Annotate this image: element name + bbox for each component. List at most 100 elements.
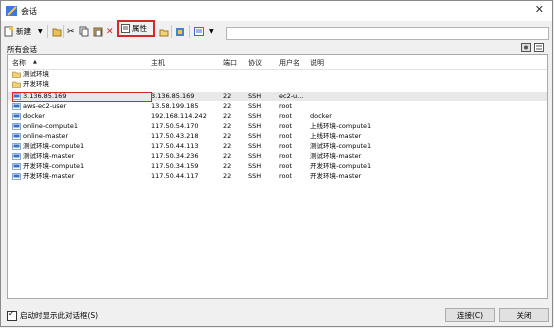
session-row[interactable]: docker 192.168.114.242 22 SSH root docke… bbox=[8, 112, 547, 121]
session-description: 开发环境-compute1 bbox=[310, 162, 372, 170]
folder-icon bbox=[12, 81, 21, 88]
session-port: 22 bbox=[223, 122, 232, 130]
copy-icon bbox=[79, 26, 89, 37]
session-host: 117.50.34.236 bbox=[151, 152, 199, 160]
session-description: 上线环境-master bbox=[310, 132, 362, 140]
session-user: root bbox=[279, 112, 293, 120]
session-protocol: SSH bbox=[248, 122, 262, 130]
session-user: root bbox=[279, 102, 293, 110]
session-port: 22 bbox=[223, 102, 232, 110]
folder-icon bbox=[159, 29, 169, 36]
session-port: 22 bbox=[223, 112, 232, 120]
session-port: 22 bbox=[223, 172, 232, 180]
session-icon bbox=[12, 123, 21, 130]
paste-icon bbox=[93, 27, 103, 37]
session-protocol: SSH bbox=[248, 102, 262, 110]
session-icon bbox=[12, 163, 21, 170]
session-host: 3.136.85.169 bbox=[151, 92, 195, 100]
sort-ascending-icon: ▲ bbox=[33, 59, 37, 65]
startup-checkbox-label: 启动时显示此对话框(S) bbox=[20, 311, 99, 320]
session-user: ec2-u... bbox=[279, 92, 304, 100]
paste-button[interactable] bbox=[93, 24, 103, 39]
session-port: 22 bbox=[223, 162, 232, 170]
session-user: root bbox=[279, 162, 293, 170]
folder-up-icon bbox=[52, 28, 62, 37]
session-row[interactable]: 测试环境-master 117.50.34.236 22 SSH root 测试… bbox=[8, 152, 547, 161]
session-protocol: SSH bbox=[248, 132, 262, 140]
new-label: 新建 bbox=[16, 27, 31, 36]
cut-button[interactable]: ✂ bbox=[67, 24, 75, 39]
session-host: 192.168.114.242 bbox=[151, 112, 207, 120]
session-row[interactable]: online-master 117.50.43.218 22 SSH root … bbox=[8, 132, 547, 141]
properties-button[interactable]: 属性 bbox=[117, 20, 155, 37]
column-name[interactable]: 名称 bbox=[12, 58, 26, 68]
session-protocol: SSH bbox=[248, 172, 262, 180]
session-icon bbox=[12, 153, 21, 160]
column-user[interactable]: 用户名 bbox=[279, 58, 300, 68]
session-user: root bbox=[279, 152, 293, 160]
connect-button[interactable]: 连接(C) bbox=[445, 308, 495, 322]
tree-view-icon[interactable] bbox=[534, 43, 544, 52]
search-input[interactable] bbox=[226, 27, 549, 40]
session-row[interactable]: 开发环境-compute1 117.50.34.159 22 SSH root … bbox=[8, 162, 547, 171]
startup-checkbox[interactable] bbox=[7, 309, 17, 321]
app-icon bbox=[6, 6, 17, 16]
session-icon bbox=[12, 143, 21, 150]
folder-row[interactable]: 开发环境 bbox=[8, 80, 547, 89]
close-button[interactable]: 关闭 bbox=[499, 308, 549, 322]
column-port[interactable]: 端口 bbox=[223, 58, 237, 68]
session-icon bbox=[12, 103, 21, 110]
properties-label: 属性 bbox=[132, 24, 147, 33]
session-icon bbox=[12, 173, 21, 180]
session-row[interactable]: aws-ec2-user 13.58.199.185 22 SSH root bbox=[8, 102, 547, 111]
import-icon bbox=[176, 27, 184, 36]
session-name: 开发环境-master bbox=[23, 172, 75, 180]
list-header: 名称 ▲ 主机 端口 协议 用户名 说明 bbox=[8, 55, 547, 70]
chevron-down-icon: ▼ bbox=[209, 28, 214, 35]
column-host[interactable]: 主机 bbox=[151, 58, 165, 68]
view-options bbox=[521, 43, 544, 52]
session-port: 22 bbox=[223, 92, 232, 100]
session-protocol: SSH bbox=[248, 142, 262, 150]
column-description[interactable]: 说明 bbox=[310, 58, 324, 68]
folder-name: 测试环境 bbox=[23, 70, 49, 78]
column-protocol[interactable]: 协议 bbox=[248, 58, 262, 68]
session-host: 117.50.44.113 bbox=[151, 142, 199, 150]
open-folder-button[interactable] bbox=[159, 24, 169, 39]
view-dropdown[interactable]: ▼ bbox=[209, 24, 214, 39]
close-icon[interactable]: ✕ bbox=[535, 3, 544, 16]
folder-row[interactable]: 测试环境 bbox=[8, 70, 547, 79]
session-description: 测试环境-compute1 bbox=[310, 142, 372, 150]
session-icon bbox=[12, 133, 21, 140]
toolbar: 新建 ▼ ✂ ✕ 属性 ▼ bbox=[1, 20, 552, 42]
session-view-icon[interactable] bbox=[521, 43, 531, 52]
copy-button[interactable] bbox=[79, 24, 89, 39]
startup-checkbox-group[interactable]: 启动时显示此对话框(S) bbox=[7, 309, 99, 321]
delete-icon: ✕ bbox=[106, 26, 114, 37]
new-dropdown[interactable]: ▼ bbox=[38, 24, 43, 39]
session-host: 117.50.44.117 bbox=[151, 172, 199, 180]
session-row[interactable]: 测试环境-compute1 117.50.44.113 22 SSH root … bbox=[8, 142, 547, 151]
delete-button[interactable]: ✕ bbox=[106, 24, 114, 39]
new-button[interactable]: 新建 bbox=[4, 24, 31, 39]
session-name: 测试环境-compute1 bbox=[23, 142, 85, 150]
session-row[interactable]: 开发环境-master 117.50.44.117 22 SSH root 开发… bbox=[8, 172, 547, 181]
cut-icon: ✂ bbox=[67, 26, 75, 37]
session-row[interactable]: online-compute1 117.50.54.170 22 SSH roo… bbox=[8, 122, 547, 131]
folder-up-button[interactable] bbox=[52, 24, 62, 39]
selection-highlight bbox=[12, 92, 152, 102]
session-name: docker bbox=[23, 112, 45, 120]
session-protocol: SSH bbox=[248, 112, 262, 120]
chevron-down-icon: ▼ bbox=[38, 28, 43, 35]
session-list: 名称 ▲ 主机 端口 协议 用户名 说明 测试环境 开发环境 3.136.85.… bbox=[7, 54, 548, 299]
session-port: 22 bbox=[223, 142, 232, 150]
session-name: 开发环境-compute1 bbox=[23, 162, 85, 170]
folder-icon bbox=[12, 71, 21, 78]
view-button[interactable] bbox=[194, 24, 204, 39]
session-host: 117.50.43.218 bbox=[151, 132, 199, 140]
import-button[interactable] bbox=[175, 24, 185, 39]
session-protocol: SSH bbox=[248, 162, 262, 170]
session-name: online-compute1 bbox=[23, 122, 78, 130]
session-host: 117.50.34.159 bbox=[151, 162, 199, 170]
title-bar: 会话 ✕ bbox=[1, 1, 552, 21]
